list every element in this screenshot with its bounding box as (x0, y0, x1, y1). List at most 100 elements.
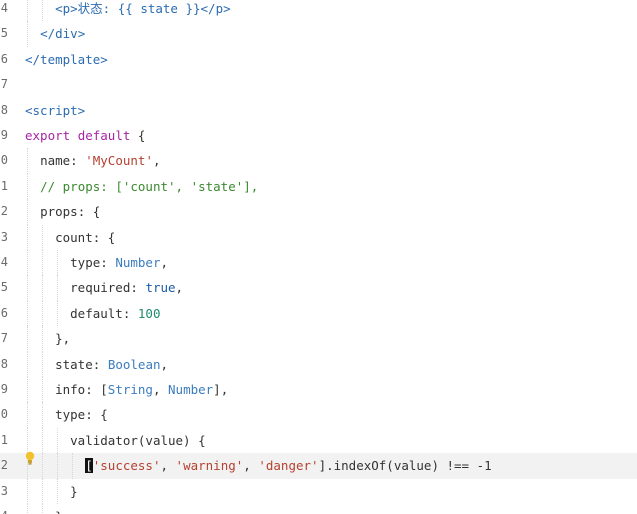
code-token: <p>状态: {{ state }}</p> (55, 1, 231, 16)
indent-guide (42, 250, 43, 276)
code-token: 100 (137, 305, 161, 321)
code-token: Number (168, 382, 214, 397)
code-token: } (55, 509, 63, 514)
code-line[interactable]: 7 }, (0, 326, 637, 351)
code-token: , (152, 153, 161, 169)
code-line[interactable]: 3 } (0, 479, 637, 504)
code-line[interactable]: 0 name: 'MyCount', (0, 148, 637, 173)
code-token: , (152, 382, 169, 397)
line-number: 9 (0, 128, 8, 142)
indent-guide (42, 224, 43, 250)
code-line[interactable]: 5 required: true, (0, 275, 637, 300)
indent-guide (27, 504, 28, 514)
indent-guide (27, 0, 28, 22)
code-line[interactable]: 4 } (0, 504, 637, 514)
code-token: default (70, 305, 123, 321)
code-text: ['success', 'warning', 'danger'].indexOf… (25, 453, 492, 478)
code-token: Boolean (107, 356, 161, 372)
code-line-active[interactable]: 2 ['success', 'warning', 'danger'].index… (0, 453, 637, 479)
code-line[interactable]: 7 (0, 72, 637, 97)
indent-guide (27, 300, 28, 327)
indent-guide (57, 427, 58, 454)
code-token: 'warning' (175, 458, 244, 474)
code-token: info (55, 382, 86, 397)
code-line[interactable]: 8 <script> (0, 98, 637, 123)
code-text: props: { (25, 199, 100, 224)
code-text: } (25, 479, 78, 504)
code-token: } (70, 483, 78, 499)
code-token: : [ (85, 382, 108, 397)
indent-guide (57, 250, 58, 276)
text-cursor: [ (85, 458, 93, 474)
code-text: info: [String, Number], (25, 377, 228, 402)
code-token: { (130, 128, 146, 143)
code-line[interactable]: 9 export default { (0, 123, 637, 148)
indent-guide (27, 173, 28, 200)
code-line[interactable]: 4 type: Number, (0, 250, 637, 275)
line-number: 8 (0, 102, 8, 117)
indent-guide (27, 377, 28, 403)
code-text: required: true, (25, 275, 183, 300)
code-token: : { (92, 229, 116, 245)
code-editor[interactable]: 4 <p>状态: {{ state }}</p> 5 </div> 6 </templ… (0, 0, 637, 514)
code-line[interactable]: 0 type: { (0, 402, 637, 427)
code-line[interactable]: 6 default: 100 (0, 301, 637, 326)
code-line[interactable]: 8 state: Boolean, (0, 352, 637, 377)
code-token: validator (70, 432, 138, 448)
code-line[interactable]: 1 validator(value) { (0, 428, 637, 453)
code-line[interactable]: 6 </template> (0, 47, 637, 72)
indent-guide (42, 0, 43, 22)
indent-guide (42, 275, 43, 301)
code-text: </template> (25, 47, 108, 72)
code-token: 'danger' (258, 458, 319, 474)
code-token: : (70, 153, 86, 169)
indent-guide (27, 402, 28, 428)
indent-guide (57, 453, 58, 479)
code-token: : (130, 280, 146, 296)
line-number: 5 (0, 280, 8, 295)
line-number: 7 (0, 331, 8, 346)
indent-guide (72, 453, 73, 479)
line-number: 9 (0, 382, 8, 396)
code-line[interactable]: 2 props: { (0, 199, 637, 224)
code-line[interactable]: 9 info: [String, Number], (0, 377, 637, 402)
code-line[interactable]: 5 </div> (0, 21, 637, 46)
indent-guide (27, 148, 28, 174)
indent-guide (27, 326, 28, 352)
lightbulb-icon[interactable] (24, 451, 36, 465)
line-number: 4 (0, 255, 8, 269)
code-text: <script> (25, 98, 85, 123)
code-token: </div> (40, 26, 86, 42)
code-token: , (175, 280, 184, 296)
code-token: }, (55, 331, 71, 347)
code-text: <p>状态: {{ state }}</p> (25, 0, 231, 21)
indent-guide (27, 250, 28, 276)
code-text: type: { (25, 402, 108, 427)
line-number: 1 (0, 178, 8, 193)
line-number: 1 (0, 432, 8, 447)
code-line[interactable]: 1 // props: ['count', 'state'], (0, 174, 637, 199)
line-number: 6 (0, 305, 8, 320)
code-line[interactable]: 4 <p>状态: {{ state }}</p> (0, 0, 637, 21)
code-text: type: Number, (25, 250, 168, 275)
code-token: name (40, 153, 71, 169)
line-number: 6 (0, 51, 8, 66)
code-text: export default { (25, 123, 145, 148)
code-text: count: { (25, 225, 115, 250)
indent-guide (57, 300, 58, 327)
code-token: 'MyCount' (85, 153, 153, 169)
code-token: , (160, 458, 176, 474)
indent-guide (27, 351, 28, 377)
line-number: 4 (0, 504, 8, 514)
code-token: export (25, 128, 71, 143)
code-line[interactable]: 3 count: { (0, 225, 637, 250)
code-token: state (55, 356, 93, 372)
